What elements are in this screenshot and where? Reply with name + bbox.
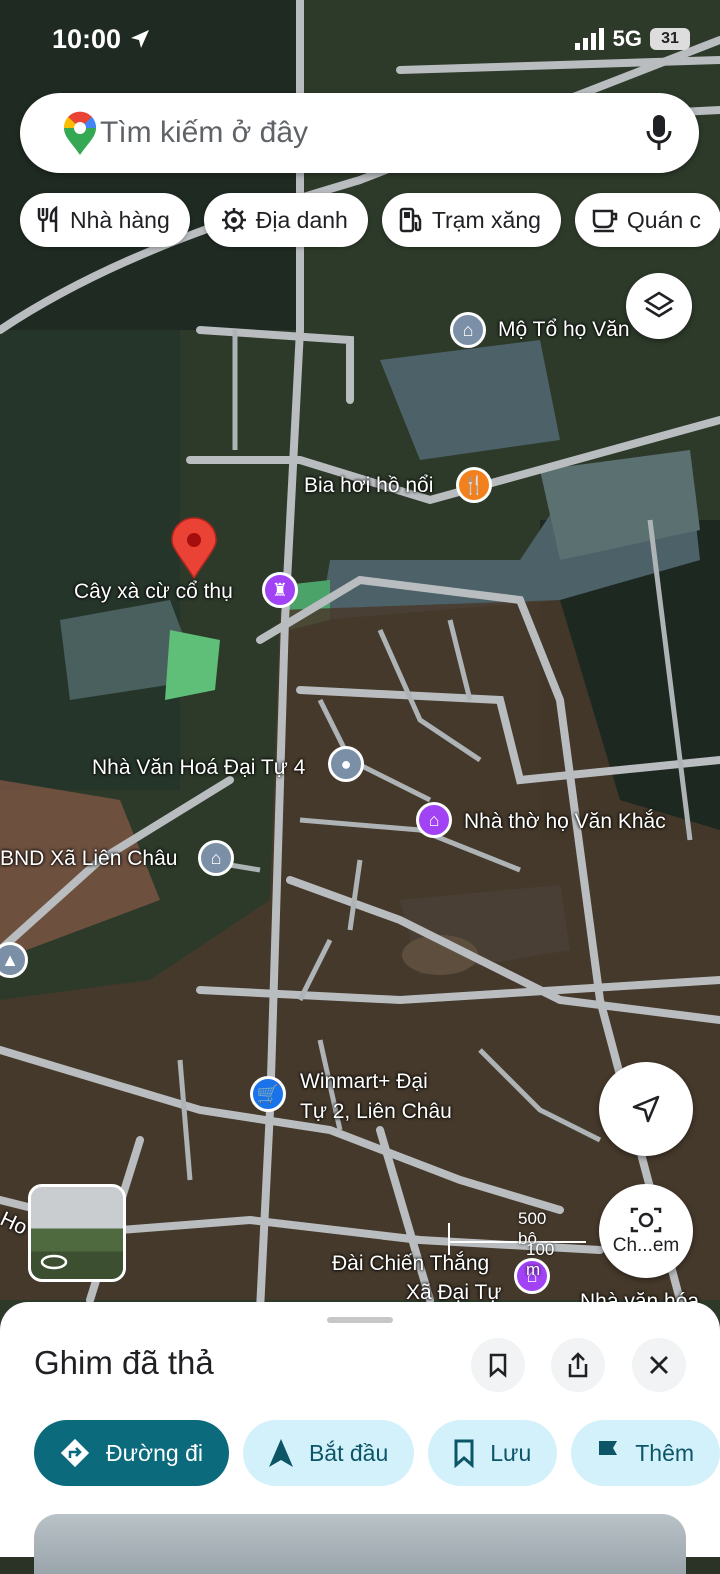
poi-label-dai-chien-thang-1: Đài Chiến Thắng [332,1252,490,1275]
bottom-sheet[interactable]: Ghim đã thả Đường đi Bắt đầu Lưu Thêm [0,1302,720,1574]
action-label: Lưu [490,1439,532,1466]
action-label: Bắt đầu [308,1439,389,1466]
status-time: 10:00 [52,24,151,55]
directions-button[interactable]: Đường đi [34,1420,229,1486]
landmark-poi-icon[interactable]: ♜ [262,572,298,608]
action-buttons: Đường đi Bắt đầu Lưu Thêm [34,1420,720,1486]
poi-label-winmart-1: Winmart+ Đại [300,1070,428,1093]
chip-coffee[interactable]: Quán c [574,193,720,247]
coffee-icon [592,209,618,233]
chip-label: Địa danh [255,206,348,233]
start-button[interactable]: Bắt đầu [242,1420,415,1486]
chip-label: Trạm xăng [431,206,541,233]
poi-label-ubnd: BND Xã Liên Châu [0,847,178,870]
street-view-thumbnail[interactable] [28,1184,126,1282]
landmark-icon [221,208,246,232]
google-maps-logo-icon [63,111,97,155]
microphone-icon[interactable] [645,113,673,153]
save-icon-button[interactable] [471,1338,525,1392]
bookmark-icon [454,1439,474,1468]
worship-poi-icon[interactable]: ⌂ [416,802,452,838]
bookmark-icon [489,1353,507,1378]
camera-icon [630,1207,662,1233]
network-label: 5G [612,26,642,51]
poi-label-nha-tho: Nhà thờ họ Văn Khắc [464,810,666,833]
monument-icon[interactable]: ⌂ [450,312,486,348]
close-button[interactable] [632,1338,686,1392]
navigation-arrow-icon [632,1095,660,1123]
share-button[interactable] [551,1338,605,1392]
shopping-cart-poi-icon[interactable]: 🛒 [250,1076,286,1112]
signal-icon [574,28,604,50]
navigation-icon [268,1439,293,1467]
action-label: Thêm [635,1439,695,1466]
battery-level: 31 [661,30,679,47]
layers-icon [643,291,675,318]
government-poi-icon[interactable]: ⌂ [198,840,234,876]
poi-label-bia-hoi: Bia hơi hồ nổi [304,474,434,497]
chip-gas-stations[interactable]: Trạm xăng [381,193,561,247]
battery-icon: 31 [650,28,690,50]
search-bar[interactable]: Tìm kiếm ở đây [20,93,699,173]
flag-icon [599,1441,618,1466]
place-poi-icon[interactable]: ● [328,746,364,782]
gas-station-icon [399,207,422,233]
save-button[interactable]: Lưu [428,1420,558,1486]
close-icon [650,1356,668,1374]
sheet-title: Ghim đã thả [34,1344,214,1381]
action-label: Đường đi [106,1439,203,1466]
restaurant-poi-icon[interactable]: 🍴 [456,467,492,503]
directions-icon [60,1438,90,1468]
rotate-360-icon [40,1254,68,1270]
scale-metric: 100 m [526,1240,555,1279]
chip-label: Nhà hàng [70,206,170,233]
status-bar: 10:00 5G 31 [0,0,720,80]
chip-restaurants[interactable]: Nhà hàng [20,193,190,247]
restaurant-icon [37,206,58,232]
poi-label-nha-van-hoa: Nhà Văn Hoá Đại Tự 4 [92,756,306,779]
search-input[interactable]: Tìm kiếm ở đây [100,116,308,150]
chip-landmarks[interactable]: Địa danh [203,193,368,247]
poi-label-cay-xa-cu: Cây xà cừ cổ thụ [74,580,233,603]
chip-label: Quán c [626,206,702,233]
category-chips: Nhà hàng Địa danh Trạm xăng Quán c [20,193,720,247]
camera-search-button[interactable]: Ch...em [599,1184,693,1278]
time-text: 10:00 [52,24,122,54]
my-location-button[interactable] [599,1062,693,1156]
poi-label-mo-to: Mộ Tổ họ Văn [498,318,630,341]
drag-handle[interactable] [327,1317,393,1323]
location-arrow-icon [130,30,149,48]
layers-button[interactable] [626,273,692,339]
poi-label-winmart-2: Tự 2, Liên Châu [300,1100,452,1123]
share-icon [568,1352,588,1378]
more-button[interactable]: Thêm [571,1420,720,1486]
place-photo[interactable] [34,1514,686,1574]
camera-label: Ch...em [612,1235,680,1256]
